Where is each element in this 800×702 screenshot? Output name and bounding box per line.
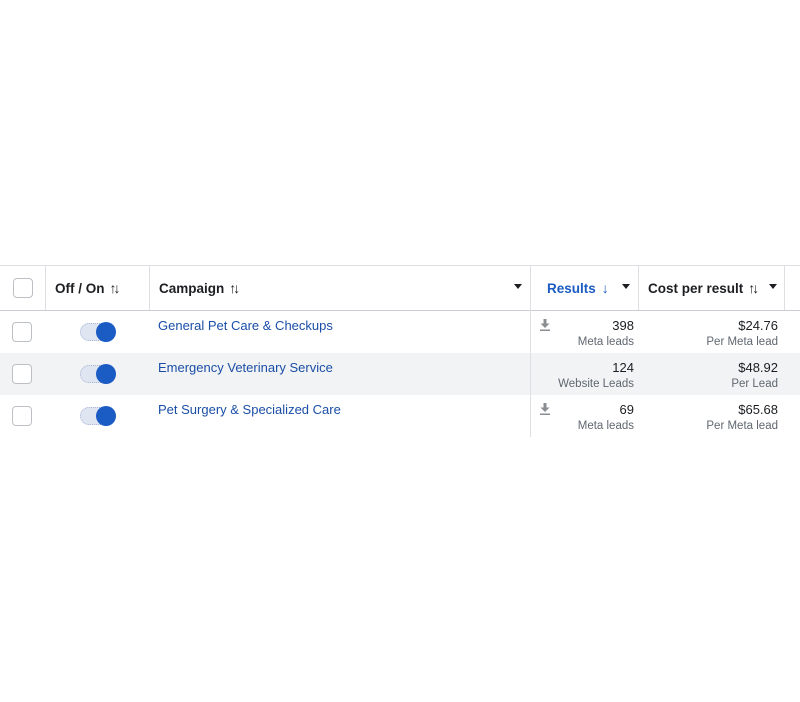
sort-arrows-icon[interactable]: ↑↓ <box>110 280 121 296</box>
sort-down-icon[interactable]: ↓ <box>602 280 609 296</box>
campaign-name-link[interactable]: Emergency Veterinary Service <box>158 360 333 375</box>
campaigns-table: Off / On ↑↓ Campaign ↑↓ Results ↓ Cost p… <box>0 265 800 437</box>
toggle-knob <box>96 406 116 426</box>
caret-down-icon[interactable] <box>514 284 522 289</box>
table-row: General Pet Care & Checkups 398 Meta lea… <box>0 311 800 353</box>
row-checkbox[interactable] <box>12 406 32 426</box>
caret-down-icon[interactable] <box>769 284 777 289</box>
results-label: Results <box>547 280 596 296</box>
header-off-on[interactable]: Off / On ↑↓ <box>46 266 150 310</box>
row-checkbox[interactable] <box>12 364 32 384</box>
results-type: Meta leads <box>577 420 634 432</box>
results-value: 398 <box>612 318 634 333</box>
results-type: Meta leads <box>577 336 634 348</box>
table-row: Emergency Veterinary Service 124 Website… <box>0 353 800 395</box>
toggle-knob <box>96 364 116 384</box>
row-checkbox[interactable] <box>12 322 32 342</box>
campaign-toggle[interactable] <box>80 322 116 342</box>
cost-type: Per Lead <box>731 378 778 390</box>
table-row: Pet Surgery & Specialized Care 69 Meta l… <box>0 395 800 437</box>
header-campaign[interactable]: Campaign ↑↓ <box>150 266 531 310</box>
cost-value: $48.92 <box>738 360 778 375</box>
campaign-name-link[interactable]: General Pet Care & Checkups <box>158 318 333 333</box>
select-all-checkbox[interactable] <box>12 278 33 298</box>
off-on-label: Off / On <box>55 280 105 296</box>
campaign-toggle[interactable] <box>80 364 116 384</box>
cost-type: Per Meta lead <box>706 420 778 432</box>
results-value: 69 <box>619 402 634 417</box>
header-cost-per-result[interactable]: Cost per result ↑↓ <box>639 266 785 310</box>
download-icon <box>540 403 550 415</box>
column-divider <box>530 309 531 437</box>
toggle-knob <box>96 322 116 342</box>
cost-label: Cost per result <box>648 280 744 296</box>
campaign-toggle[interactable] <box>80 406 116 426</box>
caret-down-icon[interactable] <box>622 284 630 289</box>
table-header: Off / On ↑↓ Campaign ↑↓ Results ↓ Cost p… <box>0 265 800 311</box>
campaign-name-link[interactable]: Pet Surgery & Specialized Care <box>158 402 341 417</box>
results-type: Website Leads <box>558 378 634 390</box>
download-icon <box>540 319 550 331</box>
sort-arrows-icon[interactable]: ↑↓ <box>748 280 759 296</box>
results-value: 124 <box>612 360 634 375</box>
header-results[interactable]: Results ↓ <box>531 266 639 310</box>
cost-value: $65.68 <box>738 402 778 417</box>
sort-arrows-icon[interactable]: ↑↓ <box>229 280 240 296</box>
cost-type: Per Meta lead <box>706 336 778 348</box>
cost-value: $24.76 <box>738 318 778 333</box>
campaign-label: Campaign <box>159 280 225 296</box>
header-select-all-cell <box>0 266 46 310</box>
